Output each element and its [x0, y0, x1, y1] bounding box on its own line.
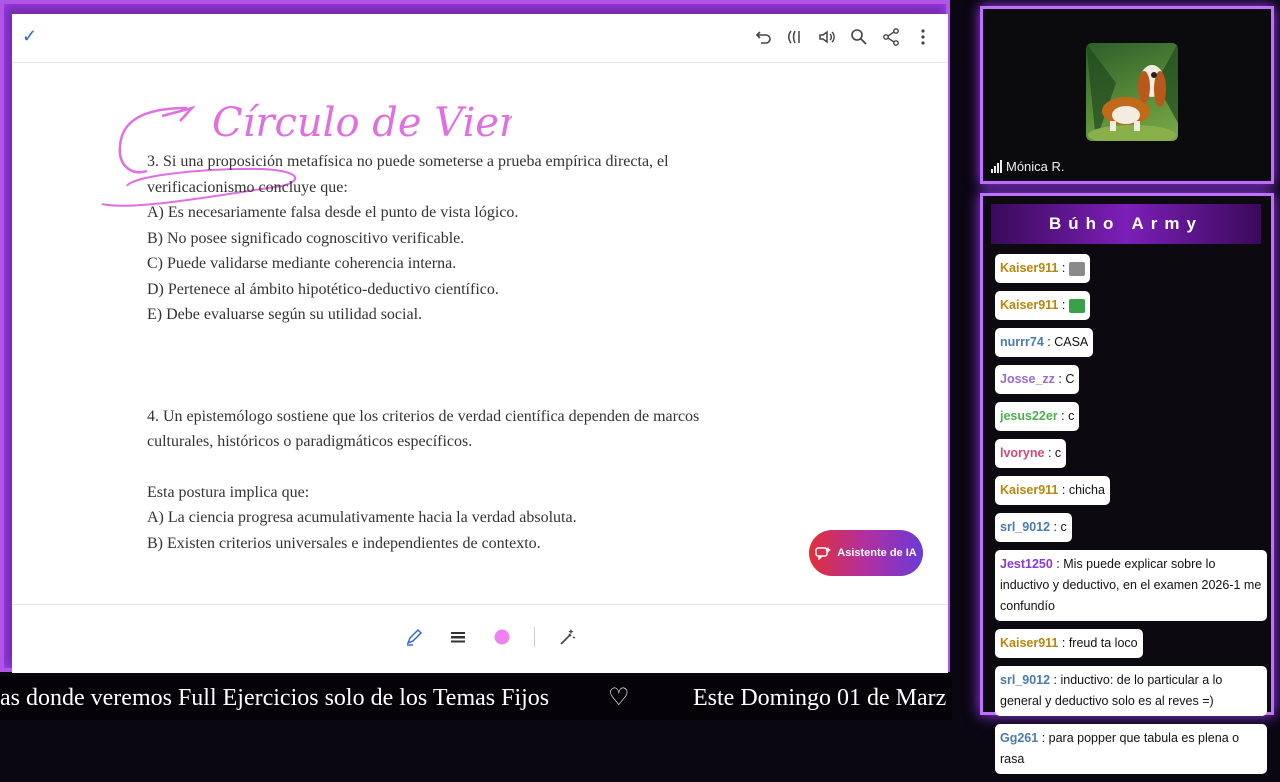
toolbar-icons [752, 26, 934, 48]
chat-username: lvoryne [1000, 446, 1045, 460]
chat-username: Josse_zz [1000, 372, 1055, 386]
chat-username: Kaiser911 [1000, 298, 1059, 312]
read-aloud-icon[interactable] [784, 26, 806, 48]
ink-tools [402, 625, 579, 649]
chat-message: Josse_zz : C [995, 365, 1080, 394]
chat-title: Búho Army [991, 204, 1261, 244]
cat-emote-icon [1068, 261, 1085, 276]
chat-message: Jest1250 : Mis puede explicar sobre lo i… [995, 550, 1267, 621]
webcam-panel: Mónica R. [980, 6, 1274, 184]
magic-icon[interactable] [555, 625, 579, 649]
chat-sparkle-icon [815, 547, 832, 560]
avatar [1086, 43, 1178, 141]
news-ticker: as donde veremos Full Ejercicios solo de… [0, 676, 952, 720]
ai-assistant-button[interactable]: Asistente de IA [809, 530, 923, 576]
q3-option-c: C) Puede validarse mediante coherencia i… [147, 255, 457, 272]
chat-username: srl_9012 [1000, 673, 1051, 687]
check-icon[interactable]: ✓ [22, 26, 37, 47]
q4-option-b: B) Existen criterios universales e indep… [147, 534, 541, 552]
q3-option-b: B) No posee significado cognoscitivo ver… [147, 229, 465, 247]
chat-username: Gg261 [1000, 731, 1039, 745]
q4-lead: Esta postura implica que: [147, 483, 310, 501]
exam-content: 3. Si una proposición metafísica no pued… [147, 149, 867, 556]
q4-option-a: A) La ciencia progresa acumulativamente … [147, 509, 577, 526]
chat-text: CASA [1054, 335, 1089, 349]
ticker-text-right: Este Domingo 01 de Marz [693, 685, 947, 711]
dog-avatar-icon [1086, 43, 1178, 141]
ai-assistant-label: Asistente de IA [837, 547, 917, 559]
chat-username: Jest1250 [1000, 557, 1053, 571]
q3-option-e: E) Debe evaluarse según su utilidad soci… [147, 306, 423, 323]
more-icon[interactable] [912, 26, 934, 48]
chat-messages: Kaiser911 : Kaiser911 : nurrr74 : CASA J… [995, 254, 1267, 782]
volume-icon[interactable] [816, 26, 838, 48]
chat-message: srl_9012 : inductivo: de lo particular a… [995, 666, 1267, 716]
toolbar-divider [534, 627, 535, 647]
q3-option-d: D) Pertenece al ámbito hipotético-deduct… [147, 280, 499, 298]
chat-message: Kaiser911 : [995, 254, 1090, 283]
chat-message: Kaiser911 : freud ta loco [995, 629, 1143, 658]
chat-text: c [1060, 520, 1067, 534]
document-frame: ✓ Círculo de Vie 3. Si una proposición m… [0, 0, 950, 673]
q3-option-a: A) Es necesariamente falsa desde el punt… [147, 204, 519, 221]
chat-message: jesus22er : c [995, 402, 1080, 431]
q4-line2: culturales, históricos o paradigmáticos … [147, 433, 473, 450]
chat-message: Kaiser911 : chicha [995, 476, 1110, 505]
chat-message: srl_9012 : c [995, 513, 1072, 542]
chat-message: Gg261 : para popper que tabula es plena … [995, 724, 1267, 774]
chat-message: nurrr74 : CASA [995, 328, 1094, 357]
frog-emote-icon [1068, 298, 1085, 313]
chat-text: chicha [1068, 483, 1105, 497]
search-icon[interactable] [848, 26, 870, 48]
bottom-toolbar [12, 604, 948, 673]
chat-username: Kaiser911 [1000, 636, 1059, 650]
chat-username: Kaiser911 [1000, 261, 1059, 275]
q4-line1: 4. Un epistemólogo sostiene que los crit… [147, 407, 700, 425]
ticker-text-left: as donde veremos Full Ejercicios solo de… [0, 685, 550, 711]
chat-text: c [1054, 446, 1062, 460]
document-viewer: ✓ Círculo de Vie 3. Si una proposición m… [12, 14, 948, 673]
chat-message: lvoryne : c [995, 439, 1067, 468]
chat-text: c [1068, 409, 1075, 423]
chat-text: C [1065, 372, 1075, 386]
top-toolbar: ✓ [12, 14, 948, 63]
signal-icon [991, 160, 1002, 173]
chat-username: srl_9012 [1000, 520, 1051, 534]
chat-message: Kaiser911 : [995, 291, 1090, 320]
chat-username: jesus22er [1000, 409, 1058, 423]
chat-username: nurrr74 [1000, 335, 1044, 349]
handwriting-text: Círculo de Viena [212, 100, 512, 146]
pen-icon[interactable] [402, 625, 426, 649]
chat-panel: Búho Army Kaiser911 : Kaiser911 : nurrr7… [980, 193, 1274, 774]
chat-text: freud ta loco [1068, 636, 1138, 650]
lines-icon[interactable] [446, 625, 470, 649]
participant-name-label: Mónica R. [1006, 159, 1065, 174]
share-icon[interactable] [880, 26, 902, 48]
undo-icon[interactable] [752, 26, 774, 48]
chat-username: Kaiser911 [1000, 483, 1059, 497]
color-dot-icon[interactable] [490, 625, 514, 649]
q3-line2: verificacionismo concluye que: [147, 178, 348, 196]
heart-icon: ♡ [608, 685, 630, 711]
participant-name: Mónica R. [991, 159, 1065, 174]
q3-line1: 3. Si una proposición metafísica no pued… [147, 153, 669, 170]
